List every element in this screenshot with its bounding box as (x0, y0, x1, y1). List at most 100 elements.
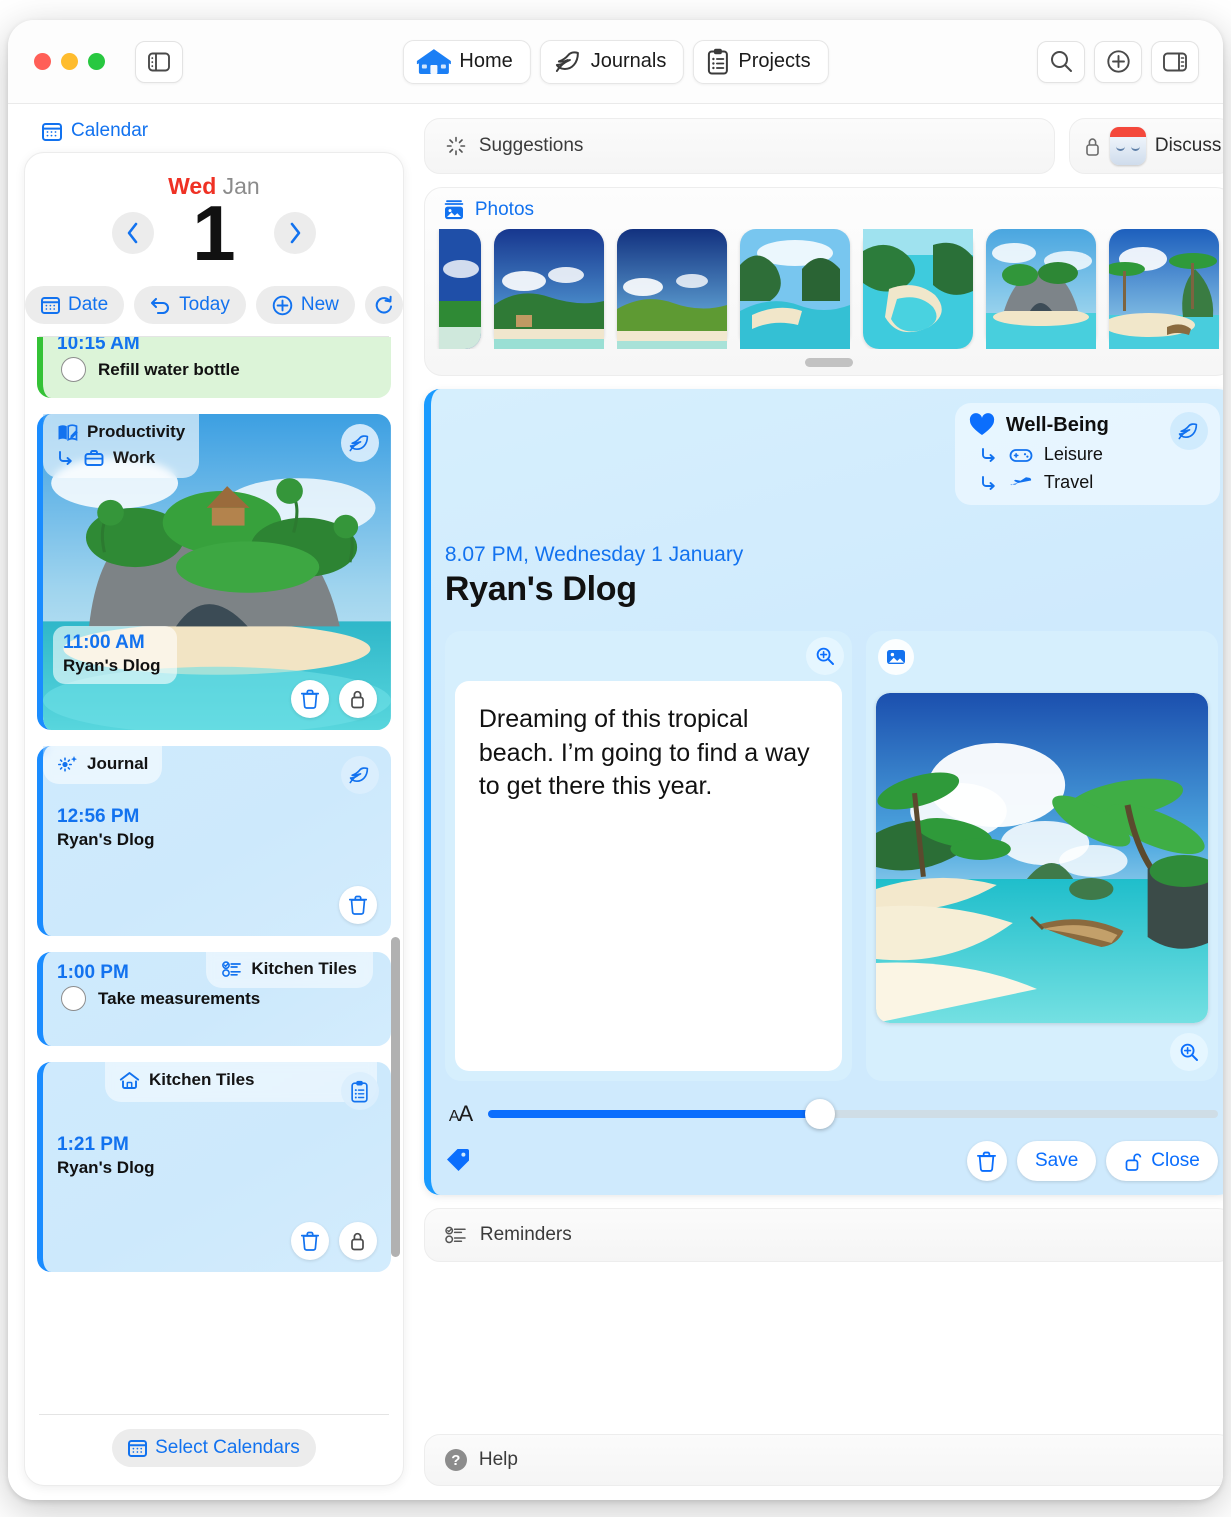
leaf-icon (554, 49, 582, 75)
event-body: 1:00 PM Take measurements (43, 952, 391, 1023)
task-row[interactable]: Take measurements (57, 984, 377, 1015)
list-item[interactable] (616, 229, 727, 349)
text-zoom-button[interactable] (805, 637, 844, 675)
suggestions-bar[interactable]: Suggestions (423, 118, 1055, 174)
avatar-eye-right (1130, 146, 1140, 151)
delete-entry-button[interactable] (966, 1141, 1007, 1181)
event-scroll-area[interactable]: 10:15 AM Refill water bottle Productivit… (37, 337, 391, 1414)
event-time: 10:15 AM (57, 337, 140, 355)
category-row: Journal (57, 754, 148, 774)
inspector-toggle-button[interactable] (1151, 40, 1199, 83)
select-calendars-button[interactable]: Select Calendars (112, 1429, 316, 1467)
reminders-icon (445, 1225, 467, 1245)
main-pane: Suggestions Discuss Photos Well-Being Le… (416, 104, 1223, 1500)
next-day-button[interactable] (273, 212, 316, 255)
today-button[interactable]: Today (134, 286, 246, 325)
delete-event-button[interactable] (290, 1222, 329, 1261)
tab-home[interactable]: Home (402, 39, 531, 84)
list-item[interactable]: Journal 12:56 PM Ryan's Dlog (37, 746, 391, 937)
image-zoom-button[interactable] (1169, 1033, 1208, 1071)
journal-badge-button[interactable] (340, 756, 379, 795)
avatar (1109, 127, 1146, 165)
lock-icon (349, 1231, 366, 1251)
entry-note-text[interactable]: Dreaming of this tropical beach. I’m goi… (454, 681, 842, 1071)
calendar-header[interactable]: Calendar (24, 118, 404, 152)
list-item[interactable] (1108, 229, 1219, 349)
event-category-label: Journal (87, 754, 149, 774)
avatar-eye-left (1115, 146, 1125, 151)
event-time: 1:21 PM (57, 1134, 129, 1156)
zoom-window-button[interactable] (88, 53, 105, 70)
list-item[interactable]: Kitchen Tiles 1:21 PM Ryan's Dlog (37, 1062, 391, 1273)
today-button-label: Today (179, 294, 230, 316)
lock-icon (1084, 136, 1101, 157)
reminders-bar[interactable]: Reminders (423, 1208, 1223, 1262)
calendar-icon (41, 296, 60, 315)
event-list-scrollbar[interactable] (390, 937, 400, 1258)
list-item[interactable]: Productivity Work 11:00 AM Ryan's Dlog (37, 414, 391, 731)
leaf-icon (1177, 421, 1200, 442)
font-size-slider[interactable] (488, 1099, 1218, 1129)
toolbar-right-buttons (1037, 40, 1199, 83)
save-button[interactable]: Save (1016, 1141, 1097, 1181)
close-button[interactable]: Close (1106, 1141, 1218, 1181)
tab-projects-label: Projects (738, 50, 811, 72)
new-event-button[interactable]: New (255, 286, 355, 325)
photos-header[interactable]: Photos (425, 199, 1223, 229)
delete-event-button[interactable] (338, 886, 377, 925)
sparkle-icon (57, 754, 78, 774)
journal-badge-button[interactable] (1169, 412, 1208, 450)
suggestions-label: Suggestions (478, 135, 584, 156)
clipboard-icon (707, 48, 729, 75)
list-item[interactable] (493, 229, 604, 349)
entry-photo[interactable] (875, 693, 1208, 1023)
journal-badge-button[interactable] (340, 424, 379, 463)
clipboard-icon (350, 1080, 369, 1103)
list-item[interactable] (862, 229, 973, 349)
list-item[interactable] (438, 229, 481, 349)
slider-knob[interactable] (805, 1099, 836, 1129)
search-icon (1049, 49, 1074, 74)
trash-icon (977, 1151, 997, 1172)
tab-journals-label: Journals (590, 50, 667, 72)
close-window-button[interactable] (34, 53, 51, 70)
search-button[interactable] (1037, 40, 1085, 83)
journal-entry-card: Well-Being Leisure Travel 8.07 PM, Wedne… (423, 389, 1223, 1195)
horizontal-scroll-handle[interactable] (804, 358, 853, 367)
image-badge-button[interactable] (877, 639, 914, 675)
wellbeing-panel: Well-Being Leisure Travel (954, 403, 1220, 505)
help-bar[interactable]: ? Help (423, 1434, 1223, 1486)
event-subcategory-label: Work (113, 448, 156, 468)
photo-icon (886, 648, 906, 666)
previous-day-button[interactable] (111, 212, 154, 255)
list-item[interactable] (739, 229, 850, 349)
lock-event-button[interactable] (338, 680, 377, 719)
task-checkbox[interactable] (61, 986, 86, 1012)
delete-event-button[interactable] (290, 680, 329, 719)
list-item[interactable]: Kitchen Tiles 1:00 PM Take measurements (37, 952, 391, 1047)
event-body: 1:21 PM Ryan's Dlog (43, 1062, 391, 1190)
list-item[interactable] (985, 229, 1096, 349)
event-title: Ryan's Dlog (57, 1158, 155, 1178)
arrow-turn-icon (980, 475, 998, 491)
tab-journals[interactable]: Journals (539, 39, 685, 84)
date-picker-button[interactable]: Date (25, 286, 125, 325)
tag-button[interactable] (445, 1147, 473, 1175)
tab-projects[interactable]: Projects (693, 39, 829, 84)
discuss-button[interactable]: Discuss (1068, 118, 1223, 174)
photo-strip[interactable] (425, 229, 1223, 349)
lock-event-button[interactable] (338, 1222, 377, 1261)
refresh-button[interactable] (364, 286, 403, 325)
minimize-window-button[interactable] (61, 53, 78, 70)
list-item[interactable]: 10:15 AM Refill water bottle (37, 337, 391, 399)
wellbeing-row-leisure[interactable]: Leisure (969, 444, 1204, 465)
project-badge-button[interactable] (340, 1072, 379, 1111)
event-list[interactable]: 10:15 AM Refill water bottle Productivit… (25, 337, 403, 1414)
wellbeing-row-travel[interactable]: Travel (969, 472, 1204, 493)
add-button[interactable] (1094, 40, 1142, 83)
book-edit-icon (57, 423, 78, 442)
sidebar-left-toggle-button[interactable] (135, 40, 183, 83)
heart-icon (969, 413, 995, 437)
task-checkbox[interactable] (61, 357, 86, 383)
task-row[interactable]: Refill water bottle (57, 355, 377, 386)
